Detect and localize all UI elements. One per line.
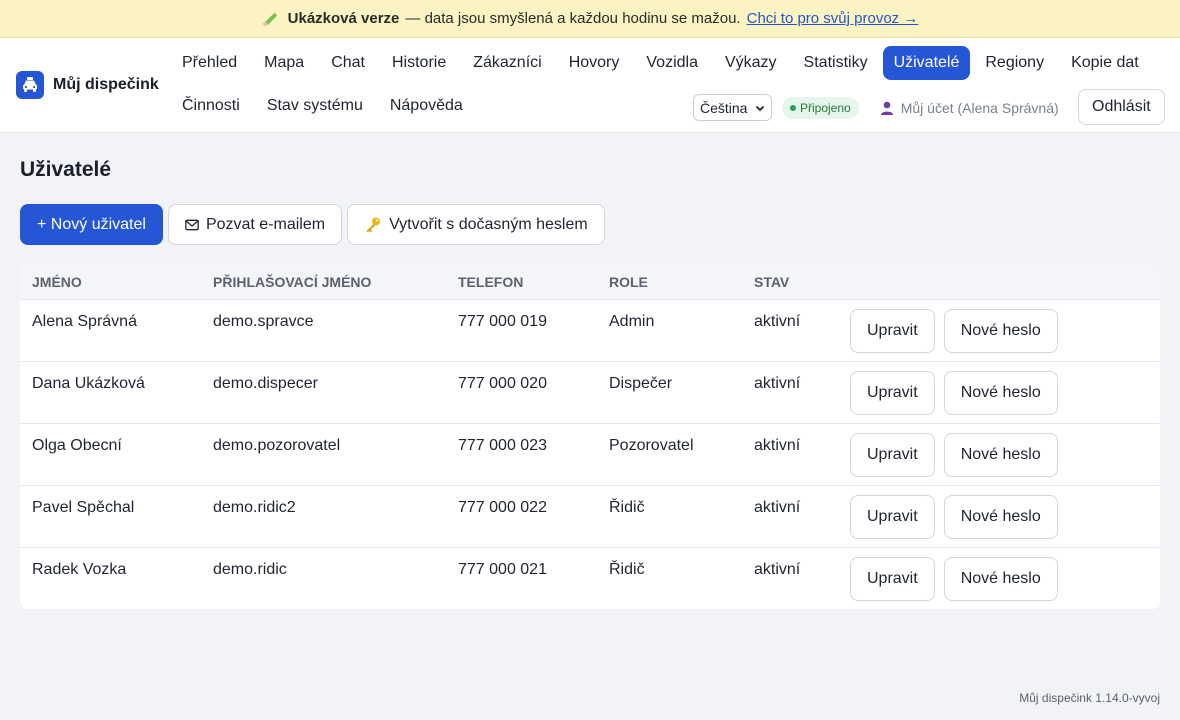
key-icon: [366, 217, 381, 232]
row-actions: Upravit Nové heslo: [850, 557, 1058, 601]
page-title: Uživatelé: [20, 158, 112, 181]
cell-status: aktivní: [754, 375, 801, 392]
reset-password-button[interactable]: Nové heslo: [943, 495, 1058, 539]
table-row: Dana Ukázková demo.dispecer 777 000 020 …: [20, 362, 1160, 424]
cell-role: Pozorovatel: [609, 437, 694, 454]
new-user-button[interactable]: + Nový uživatel: [20, 204, 163, 245]
connection-status-text: Připojeno: [800, 100, 851, 115]
column-header-status[interactable]: Stav: [754, 274, 789, 290]
cell-phone: 777 000 023: [458, 437, 547, 454]
nav-item-statistiky[interactable]: Statistiky: [792, 46, 880, 80]
cell-role: Dispečer: [609, 375, 673, 392]
edit-button[interactable]: Upravit: [850, 557, 935, 601]
banner-cta-link[interactable]: Chci to pro svůj provoz →: [747, 10, 919, 27]
nav-item-chat[interactable]: Chat: [319, 46, 377, 80]
column-header-name[interactable]: Jméno: [32, 274, 82, 290]
status-dot-icon: [790, 104, 796, 111]
reset-password-button[interactable]: Nové heslo: [943, 433, 1058, 477]
account-label: Můj účet (Alena Správná): [900, 99, 1059, 116]
header-tools: Čeština Připojeno Můj účet (Alena Správn…: [693, 94, 1059, 121]
app-version: Můj dispečink 1.14.0-vyvoj: [1019, 691, 1160, 705]
table-row: Alena Správná demo.spravce 777 000 019 A…: [20, 300, 1160, 362]
cell-phone: 777 000 019: [458, 313, 547, 330]
cell-login: demo.spravce: [213, 313, 314, 330]
nav-item-kopie-dat[interactable]: Kopie dat: [1059, 46, 1151, 80]
create-temp-password-button[interactable]: Vytvořit s dočasným heslem: [347, 204, 605, 245]
table-row: Radek Vozka demo.ridic 777 000 021 Řidič…: [20, 548, 1160, 609]
nav-item-napoveda[interactable]: Nápověda: [378, 89, 475, 123]
cell-name: Olga Obecní: [32, 437, 122, 454]
cell-status: aktivní: [754, 499, 801, 516]
account-link[interactable]: Můj účet (Alena Správná): [879, 100, 1059, 116]
nav-item-cinnosti[interactable]: Činnosti: [170, 89, 252, 123]
nav-item-mapa[interactable]: Mapa: [252, 46, 316, 80]
nav-item-vykazy[interactable]: Výkazy: [713, 46, 789, 80]
cell-phone: 777 000 020: [458, 375, 547, 392]
connection-status-badge: Připojeno: [782, 96, 859, 119]
brand[interactable]: Můj dispečink: [16, 71, 159, 99]
cell-status: aktivní: [754, 313, 801, 330]
cell-login: demo.pozorovatel: [213, 437, 341, 454]
cell-role: Řidič: [609, 561, 645, 578]
cell-name: Alena Správná: [32, 313, 137, 330]
envelope-icon: [185, 219, 199, 230]
reset-password-button[interactable]: Nové heslo: [943, 557, 1058, 601]
cell-role: Řidič: [609, 499, 645, 516]
edit-button[interactable]: Upravit: [850, 371, 935, 415]
row-actions: Upravit Nové heslo: [850, 309, 1058, 353]
column-header-login[interactable]: Přihlašovací jméno: [213, 274, 371, 290]
cell-name: Pavel Spěchal: [32, 499, 135, 516]
table-row: Olga Obecní demo.pozorovatel 777 000 023…: [20, 424, 1160, 486]
column-header-role[interactable]: Role: [609, 274, 648, 290]
cell-phone: 777 000 022: [458, 499, 547, 516]
nav-item-zakaznici[interactable]: Zákazníci: [461, 46, 553, 80]
chevron-down-icon: [755, 105, 765, 111]
main-nav-row-1: Přehled Mapa Chat Historie Zákazníci Hov…: [170, 46, 1154, 80]
invite-email-button[interactable]: Pozvat e-mailem: [167, 204, 343, 245]
nav-item-vozidla[interactable]: Vozidla: [634, 46, 710, 80]
language-value: Čeština: [700, 99, 748, 116]
pencil-icon: [262, 11, 278, 27]
cell-role: Admin: [609, 313, 655, 330]
nav-item-uzivatele[interactable]: Uživatelé: [882, 46, 971, 80]
banner-text: — data jsou smyšlená a každou hodinu se …: [405, 10, 741, 27]
logout-button[interactable]: Odhlásit: [1078, 89, 1165, 125]
taxi-icon: [16, 71, 44, 99]
cell-status: aktivní: [754, 437, 801, 454]
edit-button[interactable]: Upravit: [850, 309, 935, 353]
user-icon: [880, 101, 893, 115]
edit-button[interactable]: Upravit: [850, 433, 935, 477]
create-temp-label: Vytvořit s dočasným heslem: [389, 215, 588, 233]
nav-item-prehled[interactable]: Přehled: [170, 46, 249, 80]
cell-name: Radek Vozka: [32, 561, 127, 578]
cell-status: aktivní: [754, 561, 801, 578]
user-actions: + Nový uživatel Pozvat e-mailem Vytvořit…: [20, 204, 605, 245]
edit-button[interactable]: Upravit: [850, 495, 935, 539]
cell-login: demo.ridic2: [213, 499, 296, 516]
nav-item-regiony[interactable]: Regiony: [973, 46, 1056, 80]
cell-name: Dana Ukázková: [32, 375, 145, 392]
cell-login: demo.dispecer: [213, 375, 318, 392]
new-user-label: + Nový uživatel: [37, 215, 146, 233]
brand-name: Můj dispečink: [53, 76, 159, 93]
reset-password-button[interactable]: Nové heslo: [943, 371, 1058, 415]
column-header-phone[interactable]: Telefon: [458, 274, 523, 290]
nav-item-hovory[interactable]: Hovory: [557, 46, 632, 80]
row-actions: Upravit Nové heslo: [850, 433, 1058, 477]
row-actions: Upravit Nové heslo: [850, 495, 1058, 539]
main-nav-row-2: Činnosti Stav systému Nápověda: [170, 89, 478, 123]
banner-title: Ukázková verze: [287, 10, 400, 27]
language-select[interactable]: Čeština: [693, 94, 772, 121]
cell-phone: 777 000 021: [458, 561, 547, 578]
cell-login: demo.ridic: [213, 561, 287, 578]
table-header: Jméno Přihlašovací jméno Telefon Role St…: [20, 262, 1160, 300]
reset-password-button[interactable]: Nové heslo: [943, 309, 1058, 353]
row-actions: Upravit Nové heslo: [850, 371, 1058, 415]
table-row: Pavel Spěchal demo.ridic2 777 000 022 Ři…: [20, 486, 1160, 548]
nav-item-historie[interactable]: Historie: [380, 46, 458, 80]
invite-email-label: Pozvat e-mailem: [205, 215, 326, 233]
users-table: Jméno Přihlašovací jméno Telefon Role St…: [20, 262, 1160, 609]
nav-item-stav-systemu[interactable]: Stav systému: [255, 89, 375, 123]
demo-banner: Ukázková verze — data jsou smyšlená a ka…: [0, 0, 1180, 38]
